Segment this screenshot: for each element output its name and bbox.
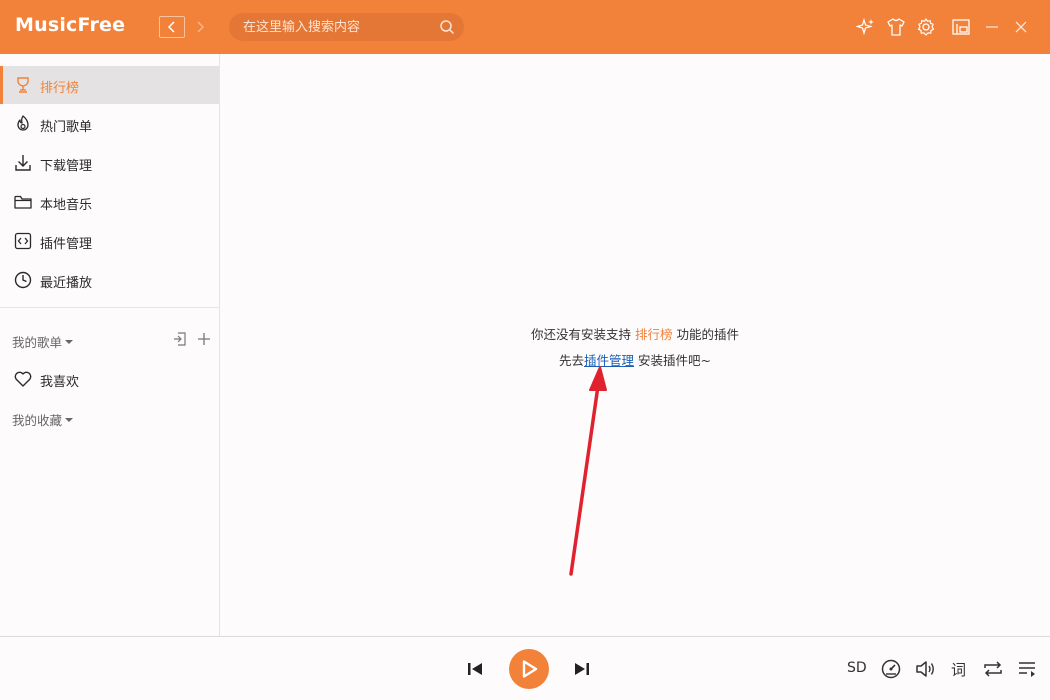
volume-icon xyxy=(916,661,934,677)
speed-button[interactable] xyxy=(880,658,902,680)
quality-button[interactable]: SD xyxy=(847,660,867,676)
playlist-button[interactable] xyxy=(1016,658,1038,680)
sidebar-item-downloads[interactable]: 下载管理 xyxy=(0,144,219,182)
back-button[interactable] xyxy=(159,16,185,38)
sidebar-item-label: 排行榜 xyxy=(40,81,80,96)
add-playlist-icon[interactable] xyxy=(196,331,212,347)
sidebar-item-label: 热门歌单 xyxy=(40,120,93,135)
sidebar-item-hot-playlists[interactable]: 热门歌单 xyxy=(0,105,219,143)
search-input[interactable] xyxy=(243,19,433,35)
play-icon xyxy=(522,660,538,678)
search-bar[interactable] xyxy=(229,13,464,41)
player-bar: SD 词 xyxy=(0,636,1050,700)
repeat-icon xyxy=(984,661,1002,677)
speed-icon xyxy=(881,659,901,679)
trophy-icon xyxy=(17,77,29,93)
sidebar-item-label: 最近播放 xyxy=(40,276,93,291)
previous-button[interactable] xyxy=(465,659,485,679)
shirt-icon xyxy=(887,18,905,36)
chevron-down-icon xyxy=(65,417,74,422)
forward-button[interactable] xyxy=(187,16,213,38)
sidebar-item-label: 本地音乐 xyxy=(40,198,93,213)
repeat-mode-button[interactable] xyxy=(982,658,1004,680)
plugin-icon xyxy=(14,232,32,250)
mini-mode-icon xyxy=(952,19,970,35)
chevron-left-icon xyxy=(167,21,175,33)
playlist-icon xyxy=(1019,662,1035,677)
clock-icon xyxy=(14,271,32,289)
chevron-right-icon xyxy=(197,21,205,33)
skin-button[interactable] xyxy=(886,17,906,37)
gear-icon xyxy=(917,18,935,36)
mini-mode-button[interactable] xyxy=(951,17,971,37)
skip-previous-icon xyxy=(468,663,482,675)
title-bar: MusicFree xyxy=(0,0,1050,54)
search-icon[interactable] xyxy=(439,19,455,35)
sidebar-item-local-music[interactable]: 本地音乐 xyxy=(0,183,219,221)
folder-icon xyxy=(14,195,32,209)
minimize-icon xyxy=(986,26,998,28)
my-playlists-title: 我的歌单 xyxy=(12,335,63,350)
import-playlist-icon[interactable] xyxy=(172,331,188,347)
minimize-button[interactable] xyxy=(982,17,1002,37)
flame-icon xyxy=(17,115,29,131)
next-button[interactable] xyxy=(572,659,592,679)
annotation-arrow xyxy=(569,366,607,576)
my-playlists-header[interactable]: 我的歌单 xyxy=(12,332,74,351)
sidebar-item-plugins[interactable]: 插件管理 xyxy=(0,222,219,260)
settings-button[interactable] xyxy=(916,17,936,37)
sidebar-item-label: 插件管理 xyxy=(40,237,93,252)
my-collections-header[interactable]: 我的收藏 xyxy=(12,410,74,429)
close-button[interactable] xyxy=(1011,17,1031,37)
heart-icon xyxy=(14,371,32,387)
volume-button[interactable] xyxy=(914,658,936,680)
skip-next-icon xyxy=(575,663,589,675)
sidebar-divider xyxy=(0,307,219,308)
chevron-down-icon xyxy=(65,339,74,344)
sidebar-item-charts[interactable]: 排行榜 xyxy=(0,66,219,104)
download-icon xyxy=(15,155,31,171)
app-logo: MusicFree xyxy=(15,14,126,36)
sidebar-item-favorites[interactable]: 我喜欢 xyxy=(0,360,219,398)
sparkle-icon xyxy=(856,17,874,36)
sidebar: 排行榜 热门歌单 下载管理 本地音乐 插件管理 最近播放 我的歌单 我喜欢 我的… xyxy=(0,54,220,636)
play-button[interactable] xyxy=(509,649,549,689)
close-icon xyxy=(1015,21,1027,33)
my-collections-title: 我的收藏 xyxy=(12,413,63,428)
sidebar-item-label: 下载管理 xyxy=(40,159,93,174)
sidebar-item-label: 我喜欢 xyxy=(40,375,80,390)
theme-effect-button[interactable] xyxy=(856,17,876,37)
sidebar-item-recent[interactable]: 最近播放 xyxy=(0,261,219,299)
main-content: 你还没有安装支持 排行榜 功能的插件 先去插件管理 安装插件吧~ xyxy=(220,54,1050,636)
lyrics-button[interactable]: 词 xyxy=(951,659,966,680)
